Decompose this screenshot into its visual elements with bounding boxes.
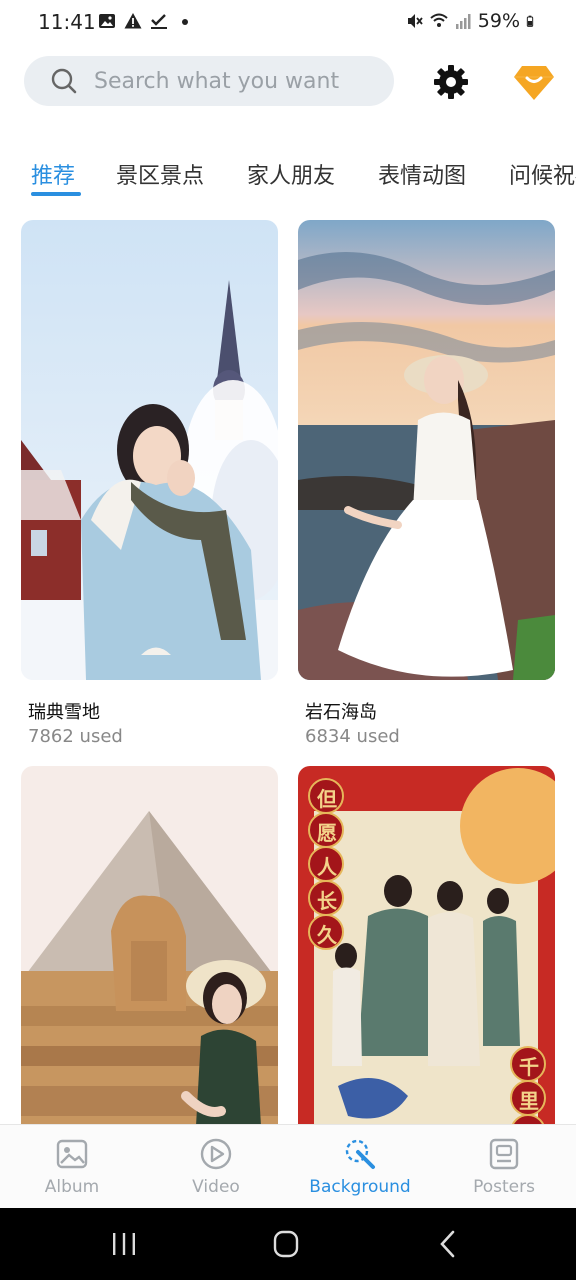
mute-icon [407, 14, 423, 28]
battery-icon [526, 15, 534, 27]
nav-posters-label: Posters [473, 1177, 535, 1197]
snow-scene-image [21, 220, 278, 680]
signal-icon [455, 14, 471, 29]
status-time: 11:41 [38, 10, 96, 34]
search-input[interactable] [92, 67, 386, 95]
tab-greetings[interactable]: 问候祝福 [509, 158, 576, 190]
template-title: 岩石海岛 [305, 702, 377, 723]
gallery-notification-icon [99, 14, 115, 28]
search-bar[interactable] [24, 56, 394, 106]
poster-left-text: 但愿人长久 [317, 787, 337, 947]
home-icon[interactable] [266, 1228, 306, 1260]
task-check-icon [151, 14, 167, 29]
image-icon [56, 1139, 88, 1169]
search-icon [51, 68, 77, 94]
vip-diamond-icon[interactable] [512, 60, 556, 104]
nav-album-label: Album [44, 1177, 100, 1197]
bottom-navigation: Album Video Background Posters [0, 1124, 576, 1209]
tab-emoji-gifs[interactable]: 表情动图 [378, 158, 466, 190]
wifi-icon [430, 13, 448, 27]
recent-apps-icon[interactable] [104, 1228, 144, 1260]
template-thumbnail[interactable] [298, 220, 555, 680]
nav-background[interactable]: Background [288, 1125, 432, 1209]
dot-icon [182, 19, 188, 25]
gear-icon[interactable] [430, 61, 472, 103]
template-thumbnail[interactable] [21, 220, 278, 680]
nav-background-label: Background [309, 1177, 411, 1197]
nav-posters[interactable]: Posters [432, 1125, 576, 1209]
tab-family-friends[interactable]: 家人朋友 [247, 158, 335, 190]
tab-scenic-spots[interactable]: 景区景点 [116, 158, 204, 190]
template-title: 瑞典雪地 [28, 702, 100, 723]
notification-icons [98, 12, 194, 30]
nav-video-label: Video [192, 1177, 240, 1197]
nav-album[interactable]: Album [0, 1125, 144, 1209]
template-card[interactable]: 瑞典雪地 7862 used [21, 220, 278, 747]
template-card[interactable]: 岩石海岛 6834 used [298, 220, 555, 747]
battery-percent: 59% [477, 10, 520, 32]
template-usage-count: 7862 used [28, 726, 123, 747]
system-navigation-bar [0, 1208, 576, 1280]
tab-active-indicator [31, 192, 81, 196]
magic-wand-icon [345, 1139, 375, 1169]
nav-video[interactable]: Video [144, 1125, 288, 1209]
back-icon[interactable] [428, 1228, 468, 1260]
status-right: 59% [406, 10, 538, 32]
status-bar: 11:41 59% [0, 0, 576, 46]
template-usage-count: 6834 used [305, 726, 400, 747]
play-circle-icon [200, 1138, 232, 1170]
tab-recommended[interactable]: 推荐 [31, 158, 75, 190]
category-tabs: 推荐 景区景点 家人朋友 表情动图 问候祝福 [0, 150, 576, 200]
seaside-scene-image [298, 220, 555, 680]
poster-icon [489, 1138, 519, 1170]
warning-icon [124, 13, 142, 29]
